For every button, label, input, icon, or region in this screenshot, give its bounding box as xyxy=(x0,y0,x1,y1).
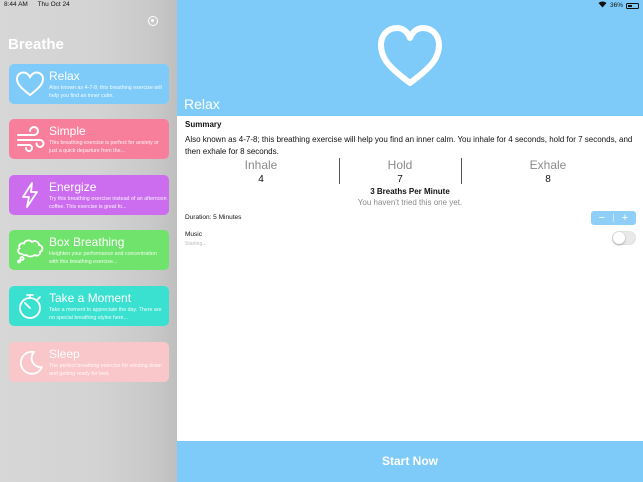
wifi-icon xyxy=(598,1,607,10)
card-title: Sleep xyxy=(49,347,80,361)
decrement-button[interactable]: − xyxy=(591,211,613,225)
duration-label: Duration: 5 Minutes xyxy=(185,214,242,221)
phase-inhale: Inhale 4 xyxy=(221,158,301,185)
exercise-card-energize[interactable]: Energize Try this breathing exercise ins… xyxy=(9,175,169,215)
status-bar-left: 8:44 AM Thu Oct 24 xyxy=(4,1,78,8)
card-title: Take a Moment xyxy=(49,291,132,305)
tried-note: You haven't tried this one yet. xyxy=(357,198,463,207)
profile-icon[interactable] xyxy=(148,16,158,26)
detail-title: Relax xyxy=(184,96,220,112)
status-bar-right: 36% xyxy=(598,1,639,10)
card-description: Also known as 4-7-8; this breathing exer… xyxy=(49,85,162,99)
stopwatch-icon xyxy=(15,292,45,320)
phase-value: 4 xyxy=(258,174,264,185)
moon-icon xyxy=(15,348,45,376)
music-label: Music xyxy=(185,231,202,238)
phase-exhale: Exhale 8 xyxy=(508,158,588,185)
detail-panel: Summary Also known as 4-7-8; this breath… xyxy=(177,116,643,441)
battery-percent: 36% xyxy=(609,2,623,9)
exercise-card-sleep[interactable]: Sleep The perfect breathing exercise for… xyxy=(9,342,169,382)
divider xyxy=(461,158,462,184)
status-date: Thu Oct 24 xyxy=(37,1,70,8)
music-status: Starting... xyxy=(185,241,207,247)
exercise-card-simple[interactable]: Simple This breathing exercise is perfec… xyxy=(9,119,169,159)
card-title: Energize xyxy=(49,180,97,194)
summary-heading: Summary xyxy=(185,120,222,129)
sidebar: 8:44 AM Thu Oct 24 Breathe Relax Also kn… xyxy=(0,0,177,482)
start-now-button[interactable]: Start Now xyxy=(177,441,643,482)
exercise-card-box-breathing[interactable]: Box Breathing Heighten your performance … xyxy=(9,230,169,270)
card-description: Take a moment to appreciate the day. The… xyxy=(49,307,162,321)
battery-icon xyxy=(626,2,639,9)
exercise-card-take-a-moment[interactable]: Take a Moment Take a moment to appreciat… xyxy=(9,286,169,326)
card-description: Try this breathing exercise instead of a… xyxy=(49,196,167,210)
breaths-per-minute: 3 Breaths Per Minute xyxy=(370,187,450,196)
increment-button[interactable]: + xyxy=(614,211,636,225)
card-title: Relax xyxy=(49,69,80,83)
card-description: The perfect breathing exercise for windi… xyxy=(49,363,162,377)
wind-icon xyxy=(15,125,45,153)
status-time: 8:44 AM xyxy=(4,1,28,8)
card-title: Box Breathing xyxy=(49,235,125,249)
card-title: Simple xyxy=(49,124,86,138)
duration-stepper: − + xyxy=(591,211,636,225)
divider xyxy=(339,158,340,184)
phase-label: Exhale xyxy=(529,158,567,172)
heart-icon xyxy=(15,70,45,98)
thought-bubble-icon xyxy=(15,236,45,264)
music-toggle[interactable] xyxy=(612,231,636,245)
phase-label: Inhale xyxy=(244,158,278,172)
heart-icon xyxy=(378,25,442,86)
sidebar-title: Breathe xyxy=(8,36,64,53)
phase-value: 7 xyxy=(397,174,403,185)
phase-hold: Hold 7 xyxy=(360,158,440,185)
phase-label: Hold xyxy=(387,158,413,172)
summary-text: Also known as 4-7-8; this breathing exer… xyxy=(185,135,633,156)
card-description: This breathing exercise is perfect for a… xyxy=(49,140,159,154)
card-description: Heighten your performance and concentrat… xyxy=(49,251,157,265)
exercise-card-relax[interactable]: Relax Also known as 4-7-8; this breathin… xyxy=(9,64,169,104)
detail-hero: Relax xyxy=(177,0,643,116)
toggle-knob xyxy=(613,232,625,244)
phase-value: 8 xyxy=(545,174,551,185)
lightning-icon xyxy=(15,181,45,209)
